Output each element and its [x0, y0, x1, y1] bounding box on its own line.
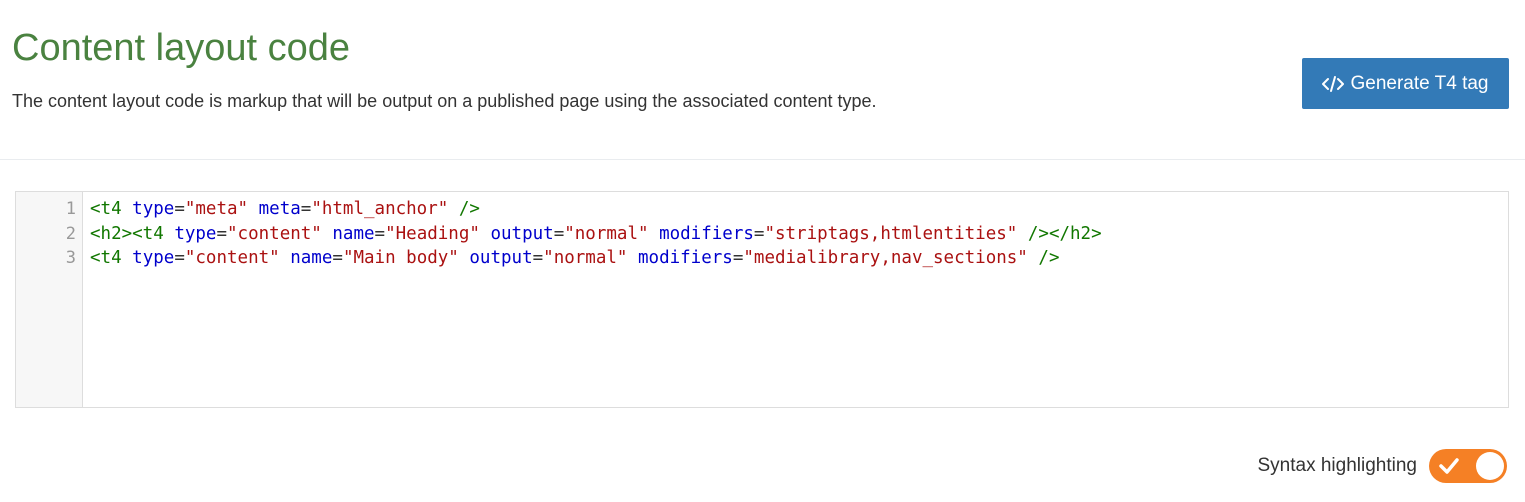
- code-token-str: "content": [184, 248, 280, 268]
- line-number: 1: [65, 199, 76, 219]
- code-token-plain: =: [532, 248, 544, 268]
- code-token-attr: name: [290, 248, 333, 268]
- code-line: <t4 type="meta" meta="html_anchor" />: [90, 197, 1508, 222]
- code-token-str: "Heading": [385, 223, 480, 244]
- code-token-attr: type: [132, 248, 175, 268]
- code-token-plain: =: [300, 199, 312, 219]
- code-token-str: "html_anchor": [311, 199, 449, 219]
- code-token-attr: modifiers: [659, 223, 754, 244]
- line-number: 2: [65, 223, 76, 244]
- page-description: The content layout code is markup that w…: [12, 91, 877, 111]
- code-token-plain: =: [374, 223, 386, 244]
- code-token-str: "content": [227, 223, 322, 244]
- line-number: 3: [65, 248, 76, 268]
- code-token-attr: name: [332, 223, 375, 244]
- code-editor[interactable]: 123 <t4 type="meta" meta="html_anchor" /…: [15, 191, 1509, 408]
- page-header: Content layout code The content layout c…: [0, 0, 1525, 160]
- code-token-tag: /></h2>: [1027, 223, 1102, 244]
- code-line: <h2><t4 type="content" name="Heading" ou…: [90, 222, 1508, 247]
- code-token-str: "medialibrary,nav_sections": [743, 248, 1028, 268]
- code-content[interactable]: <t4 type="meta" meta="html_anchor" /> <h2…: [83, 192, 1508, 407]
- syntax-highlighting-control: Syntax highlighting: [1257, 449, 1507, 483]
- code-token-tag: <t4: [90, 248, 122, 268]
- generate-t4-tag-label: Generate T4 tag: [1350, 72, 1489, 94]
- code-token-attr: output: [490, 223, 554, 244]
- code-token-plain: =: [174, 199, 185, 219]
- code-token-str: "Main body": [342, 248, 459, 268]
- check-icon: [1436, 453, 1462, 479]
- code-token-attr: type: [174, 223, 217, 244]
- code-token-plain: =: [174, 248, 185, 268]
- code-token-str: "meta": [184, 199, 249, 219]
- code-token-attr: type: [132, 199, 175, 219]
- syntax-highlighting-label: Syntax highlighting: [1257, 455, 1418, 476]
- code-token-str: "normal": [564, 223, 649, 244]
- code-token-attr: modifiers: [638, 248, 733, 268]
- generate-t4-tag-button[interactable]: Generate T4 tag: [1302, 58, 1509, 109]
- code-token-tag: />: [1038, 248, 1060, 268]
- code-token-attr: output: [469, 248, 533, 268]
- code-token-tag: <t4: [90, 199, 122, 219]
- code-line: <t4 type="content" name="Main body" outp…: [90, 246, 1508, 271]
- syntax-highlighting-toggle[interactable]: [1429, 449, 1507, 483]
- line-number-gutter: 1 2 3: [16, 192, 83, 407]
- code-icon: [1322, 75, 1345, 93]
- code-token-plain: =: [553, 223, 565, 244]
- code-token-str: "striptags,htmlentities": [764, 223, 1018, 244]
- toggle-knob: [1476, 452, 1504, 480]
- code-token-attr: meta: [258, 199, 301, 219]
- code-token-plain: =: [332, 248, 343, 268]
- code-token-tag: <h2><t4: [90, 223, 164, 244]
- page-title: Content layout code: [12, 27, 351, 69]
- code-token-plain: =: [753, 223, 765, 244]
- code-token-tag: />: [458, 199, 480, 219]
- content-layout-page: Content layout code The content layout c…: [0, 0, 1525, 502]
- code-token-str: "normal": [543, 248, 628, 268]
- code-token-plain: =: [732, 248, 744, 268]
- code-token-plain: =: [216, 223, 228, 244]
